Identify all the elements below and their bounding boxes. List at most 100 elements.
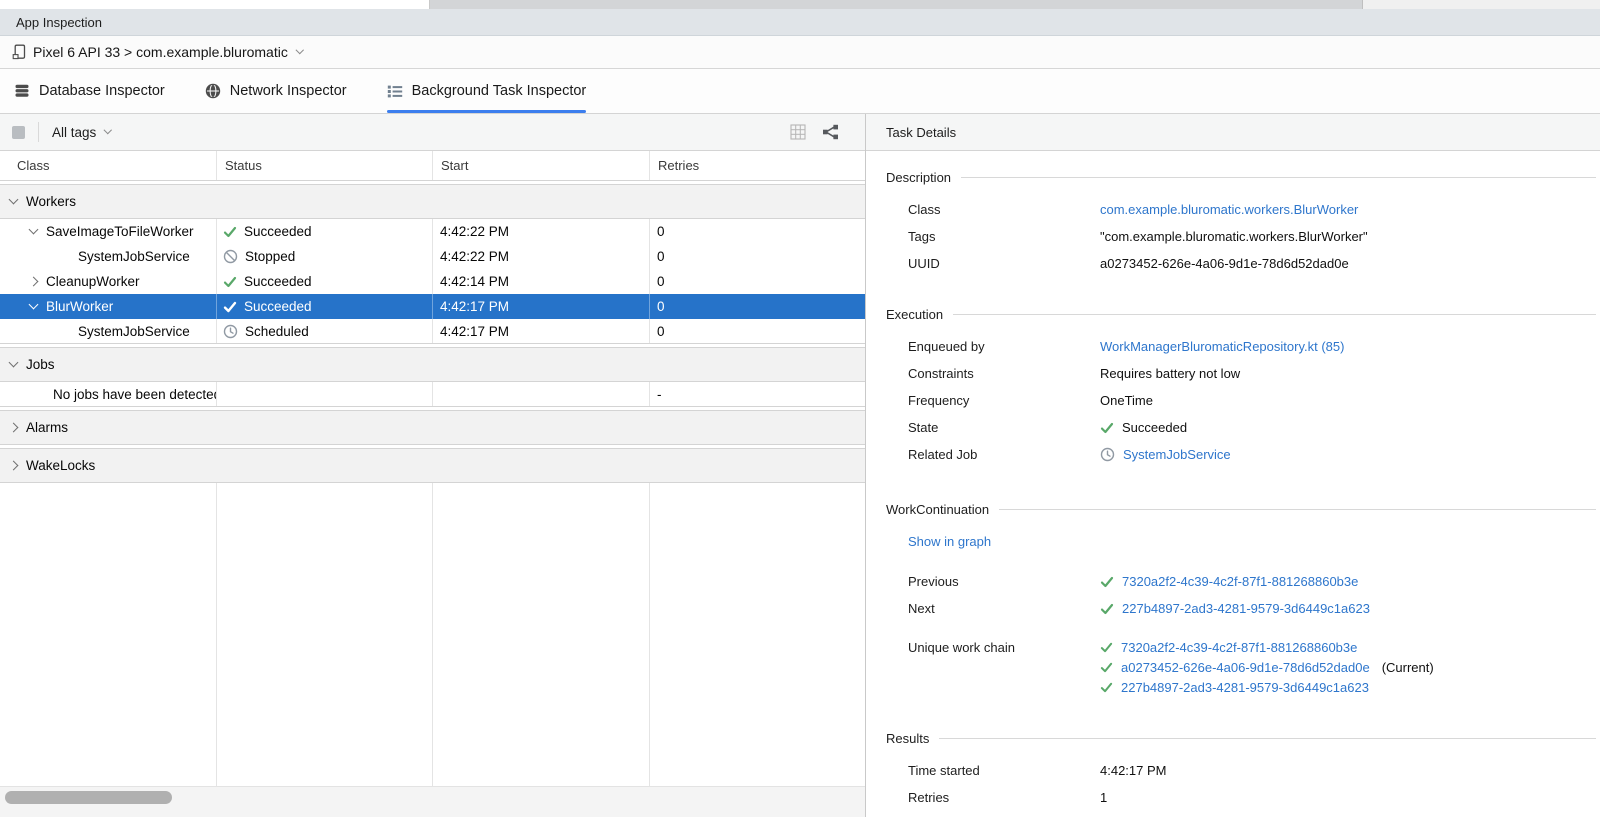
chevron-down-icon[interactable] bbox=[29, 225, 39, 235]
status-cell: Scheduled bbox=[245, 324, 309, 339]
table-row-systemjobservice-scheduled[interactable]: SystemJobService Scheduled 4:42:17 PM 0 bbox=[0, 319, 865, 344]
toolbar-divider bbox=[38, 122, 39, 142]
results-section-title: Results bbox=[866, 731, 1600, 746]
retries-cell: 0 bbox=[657, 299, 665, 314]
detail-row-time-started: Time started 4:42:17 PM bbox=[866, 757, 1600, 784]
globe-icon bbox=[205, 83, 221, 99]
tab-label: Network Inspector bbox=[230, 83, 347, 99]
chevron-right-icon[interactable] bbox=[9, 423, 19, 433]
table-row-systemjobservice-stopped[interactable]: SystemJobService Stopped 4:42:22 PM 0 bbox=[0, 244, 865, 269]
all-tags-dropdown[interactable]: All tags bbox=[52, 125, 111, 140]
detail-row-constraints: Constraints Requires battery not low bbox=[866, 360, 1600, 387]
window-edge-strip bbox=[0, 0, 1600, 9]
detail-row-retries: Retries 1 bbox=[866, 784, 1600, 811]
chain-item: 7320a2f2-4c39-4c2f-87f1-881268860b3e bbox=[1100, 638, 1434, 657]
retries-cell: 0 bbox=[657, 224, 665, 239]
graph-view-icon[interactable] bbox=[822, 124, 839, 140]
window-edge-right bbox=[1363, 0, 1600, 9]
success-check-icon bbox=[223, 225, 237, 239]
detail-row-enqueued-by: Enqueued by WorkManagerBluromaticReposit… bbox=[866, 333, 1600, 360]
process-selector[interactable]: Pixel 6 API 33 > com.example.bluromatic bbox=[0, 36, 1600, 69]
task-details-title: Task Details bbox=[886, 125, 956, 140]
tab-background-task-inspector[interactable]: Background Task Inspector bbox=[387, 69, 587, 113]
detail-row-frequency: Frequency OneTime bbox=[866, 387, 1600, 414]
chain-work-link[interactable]: 227b4897-2ad3-4281-9579-3d6449c1a623 bbox=[1121, 678, 1369, 697]
result-retries-value: 1 bbox=[1100, 790, 1107, 805]
previous-work-link[interactable]: 7320a2f2-4c39-4c2f-87f1-881268860b3e bbox=[1122, 574, 1358, 589]
column-divider bbox=[649, 483, 650, 786]
section-row-alarms[interactable]: Alarms bbox=[0, 410, 865, 445]
column-header-retries[interactable]: Retries bbox=[650, 151, 865, 180]
detail-row-next: Next 227b4897-2ad3-4281-9579-3d6449c1a62… bbox=[866, 595, 1600, 622]
show-in-graph-row: Show in graph bbox=[866, 528, 1600, 555]
task-details-header: Task Details bbox=[866, 114, 1600, 151]
horizontal-scrollbar[interactable] bbox=[0, 786, 865, 817]
chain-work-link[interactable]: a0273452-626e-4a06-9d1e-78d6d52dad0e bbox=[1121, 658, 1370, 677]
detail-row-previous: Previous 7320a2f2-4c39-4c2f-87f1-8812688… bbox=[866, 568, 1600, 595]
chain-item-current: a0273452-626e-4a06-9d1e-78d6d52dad0e (Cu… bbox=[1100, 658, 1434, 677]
section-rule bbox=[953, 314, 1596, 315]
empty-message: No jobs have been detected bbox=[53, 387, 217, 402]
start-cell: 4:42:17 PM bbox=[440, 324, 509, 339]
time-started-value: 4:42:17 PM bbox=[1100, 763, 1167, 778]
active-tab-underline bbox=[387, 110, 587, 113]
class-cell: SystemJobService bbox=[78, 249, 190, 264]
next-work-link[interactable]: 227b4897-2ad3-4281-9579-3d6449c1a623 bbox=[1122, 601, 1370, 616]
column-header-class[interactable]: Class bbox=[0, 151, 217, 180]
panel-title-text: App Inspection bbox=[16, 15, 102, 30]
class-cell: CleanupWorker bbox=[46, 274, 140, 289]
list-icon bbox=[387, 83, 403, 99]
chevron-down-icon[interactable] bbox=[9, 358, 19, 368]
constraints-value: Requires battery not low bbox=[1100, 366, 1240, 381]
database-icon bbox=[14, 83, 30, 99]
table-row-blurworker-selected[interactable]: BlurWorker Succeeded 4:42:17 PM 0 bbox=[0, 294, 865, 319]
column-divider bbox=[432, 483, 433, 786]
retries-cell: 0 bbox=[657, 274, 665, 289]
retries-cell: 0 bbox=[657, 249, 665, 264]
section-row-jobs[interactable]: Jobs bbox=[0, 347, 865, 382]
table-row-cleanupworker[interactable]: CleanupWorker Succeeded 4:42:14 PM 0 bbox=[0, 269, 865, 294]
success-check-icon bbox=[1100, 661, 1113, 674]
chevron-down-icon[interactable] bbox=[9, 195, 19, 205]
column-header-start[interactable]: Start bbox=[433, 151, 650, 180]
table-row-saveimagetofileworker[interactable]: SaveImageToFileWorker Succeeded 4:42:22 … bbox=[0, 219, 865, 244]
section-label: Workers bbox=[26, 194, 76, 209]
chevron-right-icon[interactable] bbox=[29, 277, 39, 287]
phone-icon bbox=[12, 44, 28, 60]
section-label: Alarms bbox=[26, 420, 68, 435]
table-view-icon[interactable] bbox=[790, 124, 806, 140]
chevron-right-icon[interactable] bbox=[9, 461, 19, 471]
current-marker: (Current) bbox=[1382, 658, 1434, 677]
scrollbar-thumb[interactable] bbox=[5, 791, 172, 804]
enqueued-by-link[interactable]: WorkManagerBluromaticRepository.kt (85) bbox=[1100, 339, 1344, 354]
detail-row-class: Class com.example.bluromatic.workers.Blu… bbox=[866, 196, 1600, 223]
tab-network-inspector[interactable]: Network Inspector bbox=[205, 69, 347, 113]
window-edge-left bbox=[0, 0, 430, 9]
column-header-status[interactable]: Status bbox=[217, 151, 433, 180]
chevron-down-icon[interactable] bbox=[29, 300, 39, 310]
task-details-pane: Task Details Description Class com.examp… bbox=[866, 114, 1600, 817]
section-row-workers[interactable]: Workers bbox=[0, 184, 865, 219]
success-check-icon bbox=[1100, 602, 1114, 616]
detail-row-related-job: Related Job SystemJobService bbox=[866, 441, 1600, 468]
start-cell: 4:42:17 PM bbox=[440, 299, 509, 314]
status-cell: Succeeded bbox=[244, 224, 312, 239]
table-row-no-jobs[interactable]: No jobs have been detected - bbox=[0, 382, 865, 407]
table-header: Class Status Start Retries bbox=[0, 151, 865, 181]
window-edge-mid bbox=[430, 0, 1363, 9]
class-link[interactable]: com.example.bluromatic.workers.BlurWorke… bbox=[1100, 202, 1358, 217]
related-job-link[interactable]: SystemJobService bbox=[1123, 447, 1231, 462]
show-in-graph-link[interactable]: Show in graph bbox=[908, 534, 991, 549]
execution-section-title: Execution bbox=[866, 307, 1600, 322]
chain-work-link[interactable]: 7320a2f2-4c39-4c2f-87f1-881268860b3e bbox=[1121, 638, 1357, 657]
stop-icon[interactable] bbox=[12, 126, 25, 139]
class-cell: SystemJobService bbox=[78, 324, 190, 339]
class-cell: SaveImageToFileWorker bbox=[46, 224, 194, 239]
section-row-wakelocks[interactable]: WakeLocks bbox=[0, 448, 865, 483]
clock-icon bbox=[223, 324, 238, 339]
start-cell: 4:42:14 PM bbox=[440, 274, 509, 289]
tab-database-inspector[interactable]: Database Inspector bbox=[14, 69, 165, 113]
success-check-icon bbox=[1100, 681, 1113, 694]
status-cell: Succeeded bbox=[244, 299, 312, 314]
detail-row-unique-work-chain: Unique work chain 7320a2f2-4c39-4c2f-87f… bbox=[866, 638, 1600, 697]
